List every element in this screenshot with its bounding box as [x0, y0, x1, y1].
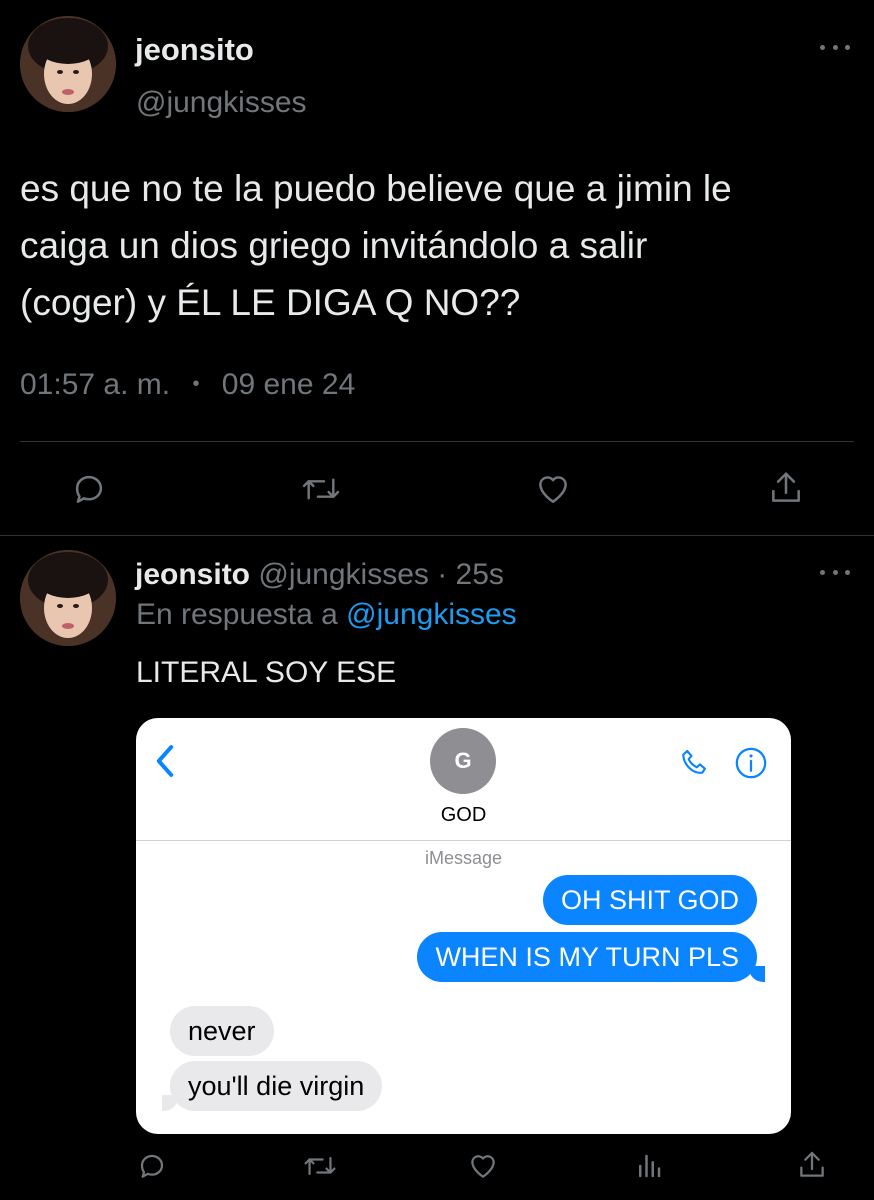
views-icon[interactable]: [634, 1150, 664, 1182]
contact-name: GOD: [440, 804, 487, 826]
replying-to-handle[interactable]: @jungkisses: [346, 598, 517, 631]
share-icon[interactable]: [767, 468, 805, 508]
reply-icon[interactable]: [136, 1150, 168, 1182]
like-icon[interactable]: [533, 470, 573, 508]
share-icon[interactable]: [796, 1148, 828, 1182]
bubble-tail: [749, 966, 765, 982]
tweet-timestamp[interactable]: 01:57 a. m. • 09 ene 24: [20, 368, 355, 402]
received-message: never: [170, 1006, 274, 1056]
handle[interactable]: @jungkisses: [258, 558, 429, 591]
sent-message: OH SHIT GOD: [542, 875, 757, 925]
retweet-icon[interactable]: [303, 1150, 337, 1182]
avatar[interactable]: [20, 550, 116, 646]
reply-header: jeonsito @jungkisses · 25s: [135, 558, 504, 592]
tweet-text: es que no te la puedo believe que a jimi…: [20, 160, 732, 331]
info-icon: [734, 746, 768, 785]
divider: [20, 441, 854, 442]
phone-icon: [678, 746, 712, 785]
separator: •: [192, 373, 200, 395]
reply-icon[interactable]: [70, 470, 108, 508]
date: 09 ene 24: [221, 368, 356, 401]
display-name[interactable]: jeonsito: [135, 32, 254, 68]
header-divider: [136, 840, 791, 841]
handle[interactable]: @jungkisses: [136, 86, 307, 120]
back-chevron-icon: [154, 744, 176, 783]
avatar[interactable]: [20, 16, 116, 112]
sent-message: WHEN IS MY TURN PLS: [417, 932, 757, 982]
replying-to: En respuesta a @jungkisses: [136, 598, 517, 632]
contact-initial: G: [454, 748, 472, 773]
tweet-age[interactable]: · 25s: [437, 558, 504, 591]
time: 01:57 a. m.: [20, 368, 171, 401]
like-icon[interactable]: [467, 1150, 499, 1182]
service-label: iMessage: [424, 848, 503, 868]
replying-prefix: En respuesta a: [136, 598, 338, 631]
tweet-text-line: caiga un dios griego invitándolo a salir: [20, 225, 648, 266]
reply-text: LITERAL SOY ESE: [136, 656, 397, 689]
tweet-text-line: (coger) y ÉL LE DIGA Q NO??: [20, 282, 521, 323]
contact-avatar: G: [430, 728, 496, 794]
display-name[interactable]: jeonsito: [135, 558, 250, 591]
bubble-tail: [162, 1095, 178, 1111]
received-message: you'll die virgin: [170, 1061, 383, 1111]
tweet-text-line: es que no te la puedo believe que a jimi…: [20, 168, 732, 209]
more-options-icon[interactable]: [820, 42, 850, 52]
more-options-icon[interactable]: [820, 567, 850, 577]
divider: [0, 535, 874, 536]
attached-image[interactable]: G GOD iMessage OH SHIT GOD WHEN IS MY TU…: [136, 718, 791, 1134]
retweet-icon[interactable]: [301, 470, 341, 508]
